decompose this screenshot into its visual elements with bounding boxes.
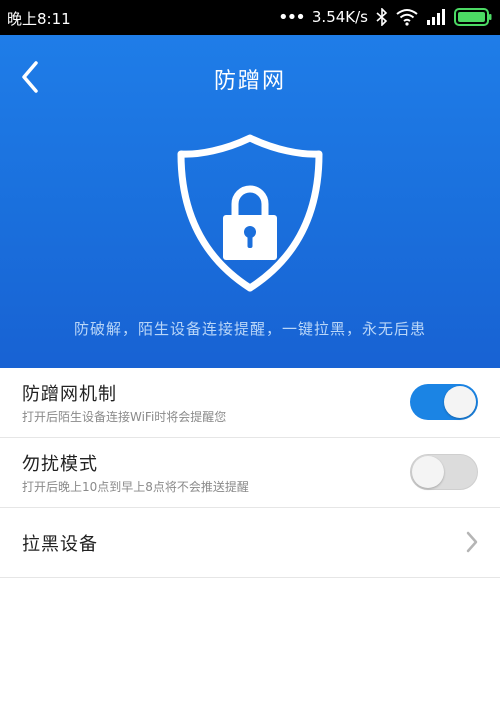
setting-label: 勿扰模式 <box>22 454 98 475</box>
battery-icon <box>454 8 492 26</box>
setting-row-do-not-disturb: 勿扰模式 打开后晚上10点到早上8点将不会推送提醒 <box>0 438 500 508</box>
settings-list: 防蹭网机制 打开后陌生设备连接WiFi时将会提醒您 勿扰模式 打开后晚上10点到… <box>0 368 500 578</box>
page-title: 防蹭网 <box>213 69 286 94</box>
setting-label: 防蹭网机制 <box>22 384 117 405</box>
wifi-icon <box>396 9 418 26</box>
setting-label: 拉黑设备 <box>22 534 98 555</box>
anti-leech-toggle[interactable] <box>410 384 478 420</box>
setting-description: 打开后晚上10点到早上8点将不会推送提醒 <box>22 480 249 494</box>
chevron-right-icon <box>466 531 478 553</box>
setting-description: 打开后陌生设备连接WiFi时将会提醒您 <box>22 410 227 424</box>
status-icons: ••• 3.54K/s <box>278 6 492 28</box>
network-speed: 3.54K/s <box>311 8 368 26</box>
more-dots-icon: ••• <box>278 6 306 28</box>
shield-lock-icon <box>177 134 323 292</box>
signal-icon <box>427 9 445 25</box>
setting-row-anti-leech: 防蹭网机制 打开后陌生设备连接WiFi时将会提醒您 <box>0 368 500 438</box>
bluetooth-icon <box>376 8 388 26</box>
toggle-knob <box>412 456 444 488</box>
status-bar: 晚上8:11 ••• 3.54K/s <box>0 0 500 35</box>
toggle-knob <box>444 386 476 418</box>
hero-header: 防蹭网 防破解，陌生设备连接提醒，一键拉黑，永无后患 <box>0 35 500 368</box>
hero-tagline: 防破解，陌生设备连接提醒，一键拉黑，永无后患 <box>73 320 426 338</box>
do-not-disturb-toggle[interactable] <box>410 454 478 490</box>
setting-row-blocked-devices[interactable]: 拉黑设备 <box>0 508 500 578</box>
status-time: 晚上8:11 <box>7 10 71 28</box>
